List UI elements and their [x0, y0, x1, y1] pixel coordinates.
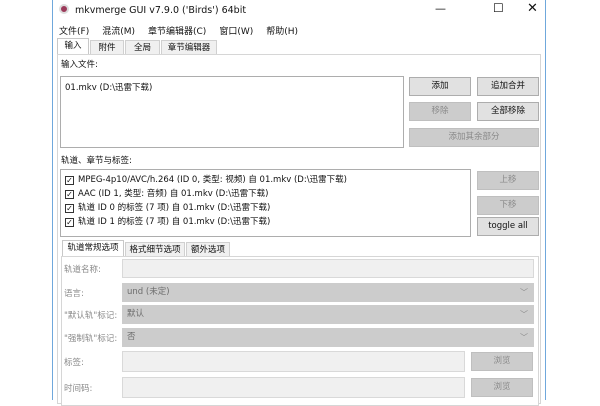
track-item[interactable]: ✓ 轨道 ID 0 的标签 (7 项) 自 01.mkv (D:\迅雷下载)	[65, 201, 270, 213]
track-option-tabs: 轨道常规选项 格式细节选项 额外选项	[62, 240, 262, 257]
tab-format-specific-options[interactable]: 格式细节选项	[125, 242, 185, 257]
track-label: 轨道 ID 0 的标签 (7 项) 自 01.mkv (D:\迅雷下载)	[78, 203, 271, 213]
chevron-down-icon: ﹀	[520, 333, 528, 342]
tab-chapter-editor[interactable]: 章节编辑器	[161, 40, 217, 55]
window-title: mkvmerge GUI v7.9.0 ('Birds') 64bit	[75, 5, 247, 16]
menu-file[interactable]: 文件(F)	[59, 27, 89, 37]
track-label: 轨道 ID 1 的标签 (7 项) 自 01.mkv (D:\迅雷下载)	[78, 217, 271, 227]
checkbox-checked-icon[interactable]: ✓	[65, 176, 74, 185]
checkbox-checked-icon[interactable]: ✓	[65, 190, 74, 199]
forced-flag-value: 否	[127, 332, 136, 342]
tracks-list[interactable]: ✓ MPEG-4p10/AVC/h.264 (ID 0, 类型: 视频) 自 01…	[60, 169, 471, 237]
forced-flag-label: "强制轨"标记:	[64, 334, 118, 344]
checkbox-checked-icon[interactable]: ✓	[65, 218, 74, 227]
track-name-label: 轨道名称:	[64, 265, 101, 275]
language-select[interactable]: und (未定) ﹀	[122, 283, 534, 302]
tags-browse-button[interactable]: 浏览	[471, 352, 533, 371]
tracks-label: 轨道、章节与标签:	[61, 156, 132, 166]
default-flag-value: 默认	[127, 309, 145, 319]
timecodes-browse-button[interactable]: 浏览	[471, 378, 533, 397]
tab-global[interactable]: 全局	[125, 40, 160, 55]
language-value: und (未定)	[127, 287, 170, 297]
tab-input[interactable]: 输入	[57, 38, 89, 55]
list-item[interactable]: 01.mkv (D:\迅雷下载)	[65, 81, 152, 93]
close-button[interactable]: ✕	[527, 1, 538, 16]
menu-mux[interactable]: 混流(M)	[102, 27, 135, 37]
menu-help[interactable]: 帮助(H)	[266, 27, 298, 37]
timecodes-label: 时间码:	[64, 384, 93, 394]
menu-window[interactable]: 窗口(W)	[219, 27, 253, 37]
main-tabs: 输入 附件 全局 章节编辑器	[57, 38, 257, 55]
remove-all-button[interactable]: 全部移除	[477, 102, 539, 121]
remove-button[interactable]: 移除	[409, 102, 471, 121]
tags-label: 标签:	[64, 358, 84, 368]
append-button[interactable]: 追加合并	[477, 77, 539, 96]
chevron-down-icon: ﹀	[520, 288, 528, 297]
add-parts-button[interactable]: 添加其余部分	[409, 128, 539, 147]
title-bar: mkvmerge GUI v7.9.0 ('Birds') 64bit — ☐ …	[53, 0, 545, 22]
language-label: 语言:	[64, 289, 84, 299]
app-icon	[59, 4, 69, 14]
menu-bar: 文件(F) 混流(M) 章节编辑器(C) 窗口(W) 帮助(H)	[59, 24, 311, 37]
move-up-button[interactable]: 上移	[477, 171, 539, 190]
input-files-list[interactable]: 01.mkv (D:\迅雷下载)	[60, 76, 404, 148]
track-item[interactable]: ✓ AAC (ID 1, 类型: 音频) 自 01.mkv (D:\迅雷下载)	[65, 187, 268, 199]
track-label: MPEG-4p10/AVC/h.264 (ID 0, 类型: 视频) 自 01.…	[78, 175, 347, 185]
track-name-input[interactable]	[122, 259, 534, 278]
default-flag-select[interactable]: 默认 ﹀	[122, 305, 534, 324]
tab-attachments[interactable]: 附件	[90, 40, 124, 55]
add-button[interactable]: 添加	[409, 77, 471, 96]
timecodes-input[interactable]	[122, 377, 465, 398]
maximize-button[interactable]: ☐	[493, 1, 504, 15]
default-flag-label: "默认轨"标记:	[64, 311, 118, 321]
tab-extra-options[interactable]: 额外选项	[186, 242, 230, 257]
toggle-all-button[interactable]: toggle all	[477, 217, 539, 236]
forced-flag-select[interactable]: 否 ﹀	[122, 328, 534, 347]
menu-chapter-editor[interactable]: 章节编辑器(C)	[148, 27, 206, 37]
input-files-label: 输入文件:	[61, 60, 98, 70]
move-down-button[interactable]: 下移	[477, 196, 539, 215]
minimize-button[interactable]: —	[435, 2, 446, 15]
track-item[interactable]: ✓ MPEG-4p10/AVC/h.264 (ID 0, 类型: 视频) 自 01…	[65, 173, 347, 185]
tab-general-track-options[interactable]: 轨道常规选项	[62, 240, 124, 257]
track-label: AAC (ID 1, 类型: 音频) 自 01.mkv (D:\迅雷下载)	[78, 189, 269, 199]
tags-input[interactable]	[122, 351, 465, 372]
track-item[interactable]: ✓ 轨道 ID 1 的标签 (7 项) 自 01.mkv (D:\迅雷下载)	[65, 215, 270, 227]
chevron-down-icon: ﹀	[520, 310, 528, 319]
checkbox-checked-icon[interactable]: ✓	[65, 204, 74, 213]
